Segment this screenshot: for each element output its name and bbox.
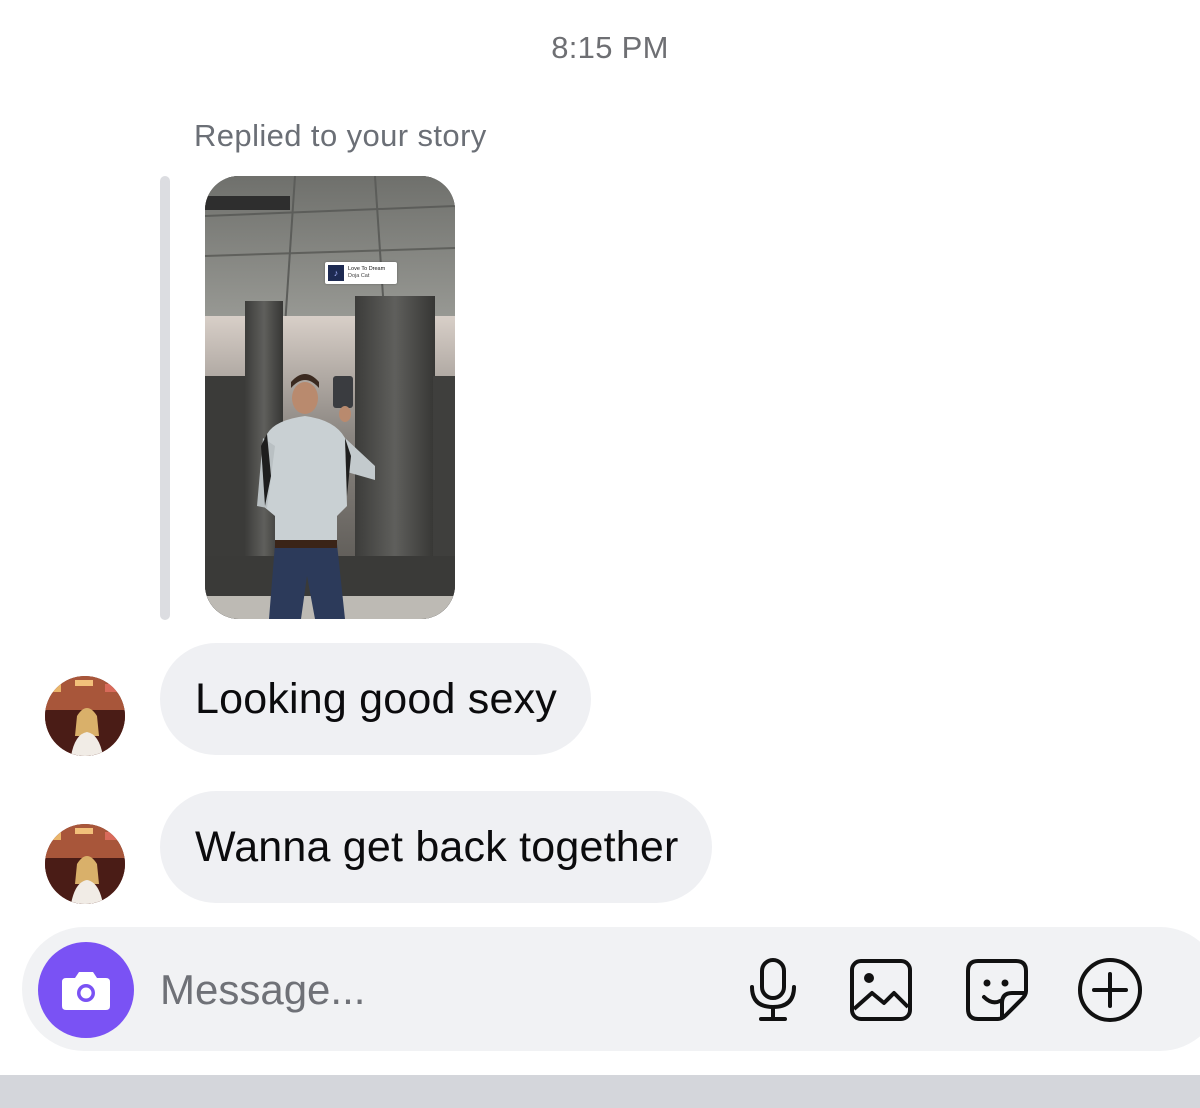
avatar-photo [45, 824, 125, 904]
more-actions-button[interactable] [1075, 955, 1145, 1025]
dm-thread-screen: 8:15 PM Replied to your story ♪ Love To … [0, 0, 1200, 1108]
sender-avatar[interactable] [45, 824, 125, 904]
sticker-icon [966, 959, 1028, 1021]
music-artist: Doja Cat [348, 273, 370, 279]
plus-circle-icon [1078, 958, 1142, 1022]
story-reply-label: Replied to your story [194, 118, 487, 153]
gallery-button[interactable] [846, 955, 916, 1025]
story-photo [205, 176, 455, 619]
message-text: Looking good sexy [195, 674, 557, 723]
message-bubble[interactable]: Wanna get back together [160, 791, 713, 903]
camera-icon [62, 972, 110, 1010]
music-sticker[interactable]: ♪ Love To Dream Doja Cat [325, 262, 397, 284]
album-art-icon: ♪ [328, 265, 344, 281]
sticker-button[interactable] [962, 955, 1032, 1025]
reply-quote-bar [160, 176, 170, 620]
story-thumbnail[interactable]: ♪ Love To Dream Doja Cat [205, 176, 455, 619]
avatar-photo [45, 676, 125, 756]
message-composer [22, 927, 1200, 1051]
sender-avatar[interactable] [45, 676, 125, 756]
camera-button[interactable] [38, 942, 134, 1038]
message-timestamp: 8:15 PM [551, 30, 669, 65]
microphone-icon [750, 958, 796, 1021]
image-icon [850, 959, 912, 1021]
voice-button[interactable] [738, 955, 808, 1025]
keyboard-top-edge [0, 1075, 1200, 1108]
message-input[interactable] [160, 957, 720, 1023]
music-title: Love To Dream [348, 266, 386, 272]
message-bubble[interactable]: Looking good sexy [160, 643, 591, 755]
message-text: Wanna get back together [195, 822, 679, 871]
